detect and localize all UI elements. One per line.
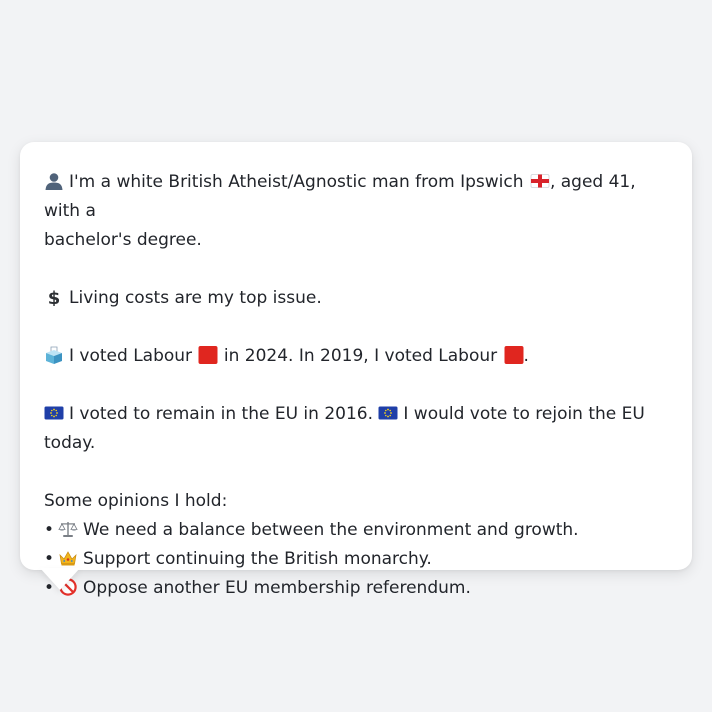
identity-line: I'm a white British Atheist/Agnostic man… xyxy=(44,168,668,255)
eu-2016-text: I voted to remain in the EU in 2016. xyxy=(69,404,373,424)
profile-card: I'm a white British Atheist/Agnostic man… xyxy=(20,142,692,598)
opinion-item: • We need a balance between the environm… xyxy=(44,516,668,545)
person-silhouette-icon xyxy=(44,171,64,190)
bullet: • xyxy=(44,520,55,540)
identity-continuation: bachelor's degree. xyxy=(44,230,202,250)
balance-scale-icon xyxy=(58,519,78,537)
opinion-item: • Oppose another EU membership referendu… xyxy=(44,574,668,603)
opinions-heading: Some opinions I hold: xyxy=(44,491,228,511)
dollar-sign-icon: $ xyxy=(44,287,64,309)
vote-2019-text: in 2024. In 2019, I voted Labour xyxy=(223,346,498,366)
opinion-item: • Support continuing the British monarch… xyxy=(44,545,668,574)
speech-bubble-tail xyxy=(40,568,80,590)
crown-icon xyxy=(58,548,78,566)
eu-flag-icon xyxy=(44,403,64,421)
vote-period: . xyxy=(523,346,529,366)
ballot-box-icon xyxy=(44,345,64,364)
opinion-text: Oppose another EU membership referendum. xyxy=(83,578,471,598)
top-issue-text: Living costs are my top issue. xyxy=(69,288,322,308)
labour-red-square-icon xyxy=(198,345,218,364)
eu-line: I voted to remain in the EU in 2016. I w… xyxy=(44,400,668,458)
eu-flag-icon xyxy=(378,403,398,421)
bullet: • xyxy=(44,549,55,569)
opinion-text: Support continuing the British monarchy. xyxy=(83,549,432,569)
labour-red-square-icon xyxy=(504,345,524,364)
vote-2024-prefix: I voted Labour xyxy=(69,346,193,366)
svg-text:$: $ xyxy=(48,288,61,306)
england-flag-icon xyxy=(530,171,550,189)
identity-text: I'm a white British Atheist/Agnostic man… xyxy=(69,172,524,192)
opinion-text: We need a balance between the environmen… xyxy=(83,520,579,540)
top-issue-line: $ Living costs are my top issue. xyxy=(44,284,668,313)
voting-line: I voted Labour in 2024. In 2019, I voted… xyxy=(44,342,668,371)
